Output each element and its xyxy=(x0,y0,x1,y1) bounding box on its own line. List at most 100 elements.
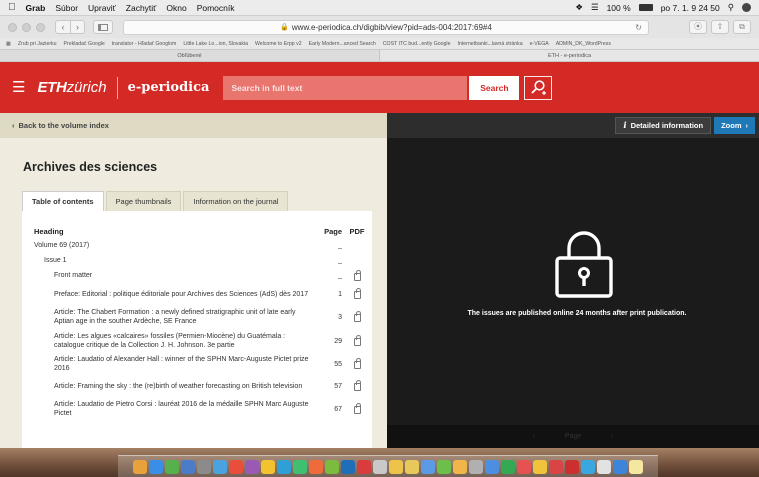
pdf-lock-icon[interactable] xyxy=(353,358,361,369)
next-page-icon[interactable]: › xyxy=(611,433,613,440)
dock-app-icon[interactable] xyxy=(485,459,499,474)
dock-app-icon[interactable] xyxy=(629,459,643,474)
dock-app-icon[interactable] xyxy=(581,459,595,474)
zoom-window-button[interactable] xyxy=(36,22,45,32)
dock-app-icon[interactable] xyxy=(421,459,435,474)
forward-arrow-icon[interactable]: › xyxy=(70,21,84,33)
menu-grab[interactable]: Grab xyxy=(26,3,46,13)
tab-favorites[interactable]: Obľúbené xyxy=(0,50,379,61)
toc-row-pdf[interactable] xyxy=(342,311,372,322)
siri-icon[interactable] xyxy=(742,3,751,12)
dock-app-icon[interactable] xyxy=(293,459,307,474)
dropbox-icon[interactable]: ❖ xyxy=(575,2,583,13)
toc-row[interactable]: Article: Framing the sky : the (re)birth… xyxy=(22,375,372,397)
hamburger-menu-icon[interactable]: ☰ xyxy=(12,80,25,95)
pdf-lock-icon[interactable] xyxy=(353,380,361,391)
pdf-lock-icon[interactable] xyxy=(353,269,361,281)
tabs-overview-button[interactable]: ⧉ xyxy=(733,20,751,34)
dock-app-icon[interactable] xyxy=(373,459,387,474)
dock-app-icon[interactable] xyxy=(165,459,179,474)
battery-status[interactable]: 100 % xyxy=(607,3,631,13)
dock-app-icon[interactable] xyxy=(309,459,323,474)
close-window-button[interactable] xyxy=(8,22,17,32)
menubar-clock[interactable]: po 7. 1. 9 24 50 xyxy=(661,3,720,13)
dock-app-icon[interactable] xyxy=(437,459,451,474)
bookmark-item[interactable]: Little Lake Lo...ion, Slovakia xyxy=(183,41,248,47)
dock-app-icon[interactable] xyxy=(565,459,579,474)
zoom-button[interactable]: Zoom › xyxy=(714,117,755,134)
toc-row[interactable]: Volume 69 (2017) _ xyxy=(22,238,372,252)
back-to-volume-index-link[interactable]: Back to the volume index xyxy=(19,121,109,130)
tab-page-thumbnails[interactable]: Page thumbnails xyxy=(105,191,182,211)
toc-row-title[interactable]: Volume 69 (2017) xyxy=(34,241,320,250)
bookmark-item[interactable]: Welcome to Erpp v2 xyxy=(255,41,302,47)
bookmark-item[interactable]: Early Modern...anced Search xyxy=(309,41,376,47)
bookmark-item[interactable]: ADMIN_DK_WordPress xyxy=(556,41,611,47)
dock-app-icon[interactable] xyxy=(277,459,291,474)
toc-row-title[interactable]: Article: The Chabert Formation : a newly… xyxy=(54,308,320,326)
fulltext-search-input[interactable]: Search in full text xyxy=(223,75,468,100)
tab-table-of-contents[interactable]: Table of contents xyxy=(22,191,104,211)
menu-help[interactable]: Pomocník xyxy=(197,3,235,13)
toc-row[interactable]: Article: The Chabert Formation : a newly… xyxy=(22,305,372,329)
dock-app-icon[interactable] xyxy=(197,459,211,474)
menu-file[interactable]: Súbor xyxy=(55,3,78,13)
toc-row-pdf[interactable] xyxy=(342,288,372,299)
dock-app-icon[interactable] xyxy=(549,459,563,474)
toc-row[interactable]: Issue 1 _ xyxy=(22,252,372,268)
bookmark-item[interactable]: e-VEGA xyxy=(530,41,549,47)
dock-app-icon[interactable] xyxy=(389,459,403,474)
toc-row[interactable]: Front matter _ xyxy=(22,268,372,283)
advanced-search-button[interactable] xyxy=(524,75,553,100)
wifi-icon[interactable]: ☰ xyxy=(591,2,599,13)
dock-app-icon[interactable] xyxy=(133,459,147,474)
address-bar[interactable]: 🔒 www.e-periodica.ch/digbib/view?pid=ads… xyxy=(123,19,649,35)
site-brand[interactable]: e-periodica xyxy=(128,80,210,95)
toc-row-title[interactable]: Preface: Editorial : politique éditorial… xyxy=(54,290,320,299)
previous-page-icon[interactable]: ‹ xyxy=(532,433,534,440)
dock-app-icon[interactable] xyxy=(357,459,371,474)
detailed-information-button[interactable]: i Detailed information xyxy=(615,117,712,134)
toc-row-pdf[interactable] xyxy=(342,335,372,346)
toc-row[interactable]: Article: Laudatio of Alexander Hall : wi… xyxy=(22,353,372,375)
spotlight-icon[interactable]: ⚲ xyxy=(728,2,734,13)
toc-row-title[interactable]: Article: Les algues «calcaires» fossiles… xyxy=(54,332,320,350)
dock-app-icon[interactable] xyxy=(453,459,467,474)
toc-row-title[interactable]: Issue 1 xyxy=(44,256,320,265)
pdf-lock-icon[interactable] xyxy=(353,335,361,346)
dock-app-icon[interactable] xyxy=(341,459,355,474)
tab-journal-information[interactable]: Information on the journal xyxy=(183,191,289,211)
grid-icon[interactable]: ▦ xyxy=(6,41,11,47)
toc-row-pdf[interactable] xyxy=(342,403,372,414)
dock-app-icon[interactable] xyxy=(517,459,531,474)
toc-row[interactable]: Article: Les algues «calcaires» fossiles… xyxy=(22,329,372,353)
toc-row-pdf[interactable] xyxy=(342,380,372,391)
dock-app-icon[interactable] xyxy=(149,459,163,474)
menu-edit[interactable]: Upraviť xyxy=(88,3,116,13)
dock-app-icon[interactable] xyxy=(613,459,627,474)
search-button[interactable]: Search xyxy=(469,75,520,100)
bookmark-item[interactable]: Internetbanki...lavná stránka xyxy=(457,41,522,47)
dock-app-icon[interactable] xyxy=(469,459,483,474)
dock-app-icon[interactable] xyxy=(245,459,259,474)
sidebar-toggle-button[interactable] xyxy=(93,20,113,34)
toc-row[interactable]: Article: Laudatio de Pietro Corsi : laur… xyxy=(22,397,372,421)
pdf-lock-icon[interactable] xyxy=(353,311,361,322)
dock-app-icon[interactable] xyxy=(501,459,515,474)
extension-button[interactable]: ⦿ xyxy=(689,20,707,34)
toc-row-title[interactable]: Article: Laudatio of Alexander Hall : wi… xyxy=(54,355,320,373)
reload-icon[interactable]: ↻ xyxy=(635,23,642,32)
toc-row-title[interactable]: Front matter xyxy=(54,271,320,280)
dock-app-icon[interactable] xyxy=(213,459,227,474)
eth-logo[interactable]: ETH zürich xyxy=(37,79,116,96)
toc-row-title[interactable]: Article: Framing the sky : the (re)birth… xyxy=(54,382,320,391)
toc-row[interactable]: Preface: Editorial : politique éditorial… xyxy=(22,283,372,305)
bookmark-item[interactable]: Prekladač Google xyxy=(64,41,105,47)
bookmark-item[interactable]: Zrub pri Jazierku xyxy=(18,41,57,47)
apple-icon[interactable]:  xyxy=(8,2,16,13)
back-arrow-icon[interactable]: ‹ xyxy=(56,21,70,33)
dock-app-icon[interactable] xyxy=(405,459,419,474)
toc-row-pdf[interactable] xyxy=(342,269,372,281)
dock-app-icon[interactable] xyxy=(533,459,547,474)
menu-window[interactable]: Okno xyxy=(166,3,186,13)
